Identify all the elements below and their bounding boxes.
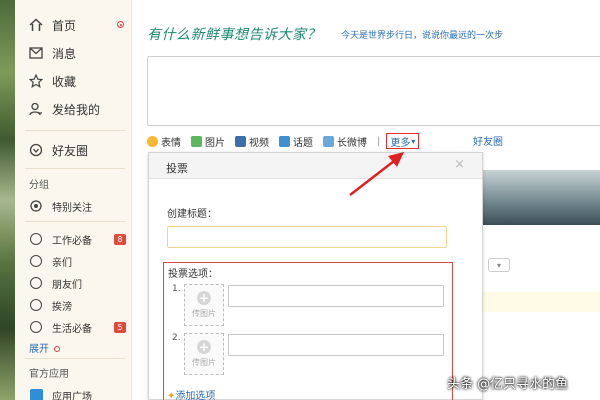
divider xyxy=(25,168,125,169)
sidebar-item-app-plaza[interactable]: 应用广场 xyxy=(15,384,132,400)
sidebar-item-label: 应用广场 xyxy=(52,391,92,400)
composer-hint-link[interactable]: 今天是世界步行日，说说你最远的一次步 xyxy=(341,28,503,41)
sidebar-item-special-follow[interactable]: 特别关注 xyxy=(15,195,132,217)
sidebar-group-item[interactable]: 挨滂 xyxy=(15,294,132,316)
divider xyxy=(25,130,125,131)
vote-dialog-header: 投票 × xyxy=(149,153,482,179)
sidebar-item-label: 亲们 xyxy=(52,257,72,269)
add-option-link[interactable]: ✦添加选项 xyxy=(167,387,215,400)
emoji-button[interactable]: 表情 xyxy=(147,134,181,149)
divider xyxy=(25,221,125,222)
toolbar-separator: | xyxy=(377,135,381,147)
vote-title-input[interactable] xyxy=(167,226,447,248)
long-weibo-button[interactable]: 长微博 xyxy=(323,134,367,149)
sidebar-item-messages[interactable]: 消息 xyxy=(15,42,132,64)
vote-options-label: 投票选项： xyxy=(168,269,218,280)
video-button[interactable]: 视频 xyxy=(235,134,269,149)
chevron-down-icon: ▾ xyxy=(411,136,416,146)
plus-icon: + xyxy=(197,291,211,305)
notification-dot-icon xyxy=(117,21,124,28)
close-icon[interactable]: × xyxy=(454,157,465,172)
group-circle-icon xyxy=(30,277,42,289)
expand-link[interactable]: 展开 xyxy=(29,340,61,355)
sidebar-item-home[interactable]: 首页 xyxy=(15,14,132,36)
more-label: 更多 xyxy=(390,137,411,149)
sidebar-item-favorites[interactable]: 收藏 xyxy=(15,70,132,92)
friend-circle-visibility-link[interactable]: 好友圈 xyxy=(473,133,503,148)
long-weibo-label: 长微博 xyxy=(337,137,367,149)
upload-image-label: 传图片 xyxy=(192,358,216,367)
user-mention-icon xyxy=(26,102,46,116)
sidebar-item-sent-to-me[interactable]: 发给我的 xyxy=(15,98,132,120)
expand-label: 展开 xyxy=(29,344,49,355)
group-circle-icon xyxy=(30,255,42,267)
count-badge: 5 xyxy=(114,322,126,333)
upload-image-button[interactable]: + 传图片 xyxy=(184,284,224,326)
long-weibo-icon xyxy=(323,135,334,147)
emoji-label: 表情 xyxy=(161,137,181,149)
background-select-caret[interactable]: ▾ xyxy=(488,258,510,272)
sidebar-item-label: 生活必备 xyxy=(52,323,92,335)
app-plaza-icon xyxy=(29,388,43,400)
divider xyxy=(25,358,125,359)
mail-icon xyxy=(26,47,46,59)
add-option-label: 添加选项 xyxy=(175,391,216,400)
vote-options-box: 投票选项： 1. + 传图片 2. + 传图片 ✦添加选项 xyxy=(163,262,453,400)
option-number: 2. xyxy=(172,333,181,343)
sidebar-item-label: 首页 xyxy=(52,18,77,33)
sidebar-group-item[interactable]: 生活必备 5 xyxy=(15,316,132,338)
expand-dot-icon xyxy=(54,346,61,352)
composer-prompt: 有什么新鲜事想告诉大家？ xyxy=(147,27,321,43)
sidebar-item-label: 好友圈 xyxy=(52,143,89,158)
create-title-label: 创建标题： xyxy=(167,209,217,220)
topic-label: 话题 xyxy=(293,137,313,149)
emoji-icon xyxy=(147,135,158,147)
official-apps-title: 官方应用 xyxy=(29,369,69,380)
upload-image-button[interactable]: + 传图片 xyxy=(184,333,224,375)
more-button[interactable]: 更多 ▾ xyxy=(386,133,420,149)
image-label: 图片 xyxy=(205,137,225,149)
image-button[interactable]: 图片 xyxy=(191,134,225,149)
video-label: 视频 xyxy=(249,137,269,149)
sidebar: 首页 消息 收藏 发给我的 好友圈 分组 特别关注 工作必备 8 亲们 朋友们 … xyxy=(15,0,132,400)
option-number: 1. xyxy=(172,284,181,294)
post-textarea[interactable] xyxy=(147,56,600,126)
sidebar-group-item[interactable]: 朋友们 xyxy=(15,272,132,294)
watermark: 头条 @亿只寻水的鱼 xyxy=(447,377,569,392)
friend-circle-icon xyxy=(26,143,46,157)
target-icon xyxy=(26,200,46,212)
sidebar-item-label: 收藏 xyxy=(52,74,77,89)
star-icon xyxy=(26,74,46,88)
upload-image-label: 传图片 xyxy=(192,309,216,318)
home-icon xyxy=(26,18,46,32)
sidebar-item-label: 发给我的 xyxy=(52,102,101,117)
background-feed-strip xyxy=(483,292,600,312)
sidebar-item-friend-circle[interactable]: 好友圈 xyxy=(15,139,132,161)
sidebar-group-item[interactable]: 亲们 xyxy=(15,250,132,272)
background-feed-photo xyxy=(483,170,600,225)
composer-toolbar: 表情 图片 视频 话题 长微博 | 更多 ▾ xyxy=(147,133,600,149)
vote-dialog: 投票 × 创建标题： 投票选项： 1. + 传图片 2. + 传图片 ✦添加选项 xyxy=(148,152,483,400)
sidebar-item-label: 特别关注 xyxy=(52,202,92,214)
group-circle-icon xyxy=(30,299,42,311)
topic-button[interactable]: 话题 xyxy=(279,134,313,149)
sidebar-item-label: 挨滂 xyxy=(52,301,72,313)
group-circle-icon xyxy=(30,321,42,333)
vote-dialog-title: 投票 xyxy=(166,162,188,175)
image-icon xyxy=(191,135,202,147)
vote-option-input[interactable] xyxy=(228,334,444,356)
sidebar-item-label: 消息 xyxy=(52,46,77,61)
plus-icon: + xyxy=(197,340,211,354)
group-circle-icon xyxy=(30,233,42,245)
topic-icon xyxy=(279,135,290,147)
vote-option-input[interactable] xyxy=(228,285,444,307)
sidebar-item-label: 工作必备 xyxy=(52,235,92,247)
sidebar-item-label: 朋友们 xyxy=(52,279,82,291)
video-icon xyxy=(235,135,246,147)
decorative-photo-strip xyxy=(0,0,15,400)
group-section-title: 分组 xyxy=(29,180,49,191)
count-badge: 8 xyxy=(114,234,126,245)
sidebar-group-item[interactable]: 工作必备 8 xyxy=(15,228,132,250)
